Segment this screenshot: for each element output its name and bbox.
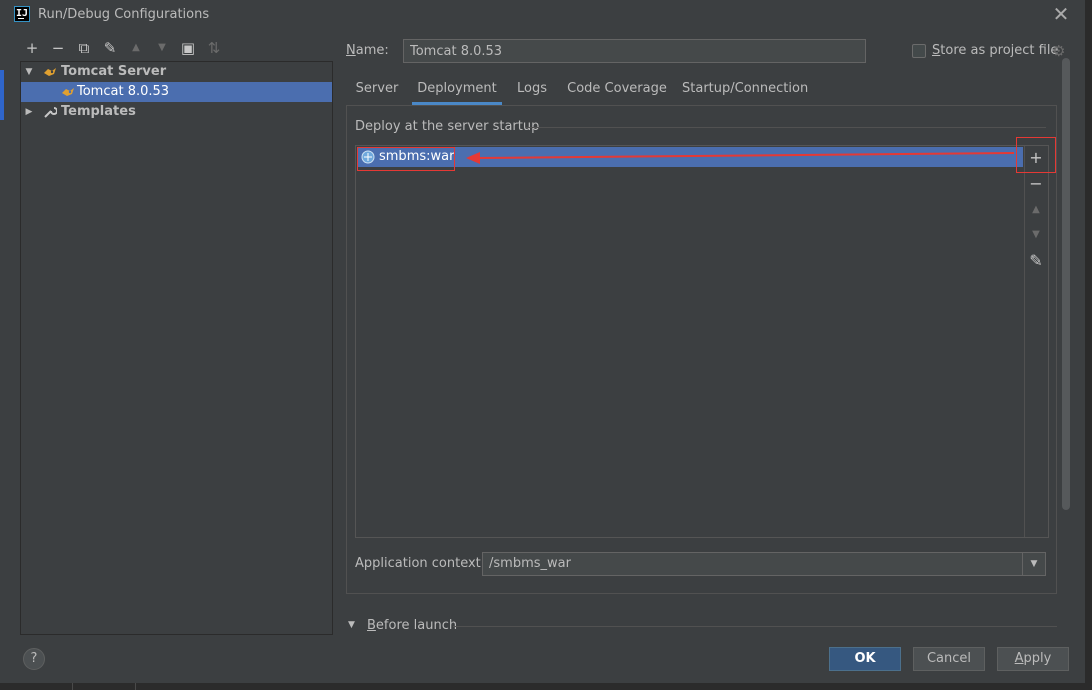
tree-item-tomcat-config[interactable]: Tomcat 8.0.53 [21, 82, 332, 102]
application-context-combo[interactable]: /smbms_war ▼ [482, 552, 1046, 576]
tab-startup-connection[interactable]: Startup/Connection [682, 78, 808, 105]
add-configuration-button[interactable]: + [22, 38, 42, 58]
tomcat-icon [44, 68, 56, 76]
name-label: Name: [346, 43, 389, 58]
tab-logs[interactable]: Logs [510, 78, 554, 105]
background-editor-strip [0, 683, 1092, 690]
wrench-icon[interactable]: ✎ [100, 38, 120, 58]
tree-group-label: Templates [61, 104, 136, 119]
move-down-icon[interactable]: ▼ [152, 38, 172, 58]
vertical-scrollbar[interactable] [1062, 58, 1070, 510]
move-up-icon[interactable]: ▲ [126, 38, 146, 58]
background-edge [1085, 0, 1092, 690]
before-launch-divider [453, 626, 1057, 627]
background-accent [0, 70, 4, 120]
help-button[interactable]: ? [23, 648, 45, 670]
copy-icon[interactable]: ⧉ [74, 38, 94, 58]
tab-deployment[interactable]: Deployment [412, 78, 502, 105]
section-divider [526, 127, 1046, 128]
close-icon[interactable]: ✕ [1050, 3, 1072, 25]
store-as-project-file-label[interactable]: Store as project file [932, 43, 1058, 58]
wrench-icon [44, 107, 57, 118]
collapse-triangle-icon[interactable]: ▶ [24, 102, 34, 122]
title-bar: IJ Run/Debug Configurations ✕ [0, 0, 1085, 30]
list-item[interactable]: smbms:war [357, 147, 1023, 167]
add-artifact-button[interactable]: + [1027, 149, 1045, 167]
remove-artifact-button[interactable]: − [1027, 175, 1045, 193]
deployment-list: smbms:war [355, 145, 1049, 538]
cancel-button[interactable]: Cancel [913, 647, 985, 671]
intellij-app-icon: IJ [14, 6, 30, 22]
tomcat-icon [62, 88, 74, 96]
gear-icon[interactable]: ⚙ [1052, 42, 1065, 60]
apply-button[interactable]: Apply [997, 647, 1069, 671]
chevron-down-icon[interactable]: ▼ [1022, 553, 1045, 575]
tree-group-label: Tomcat Server [61, 64, 167, 79]
folder-icon[interactable]: ▣ [178, 38, 198, 58]
tree-item-templates[interactable]: ▶ Templates [21, 102, 332, 122]
collapse-triangle-icon[interactable]: ▼ [348, 620, 355, 630]
store-as-project-file-checkbox[interactable] [912, 44, 926, 58]
run-debug-dialog: IJ Run/Debug Configurations ✕ + − ⧉ ✎ ▲ … [0, 0, 1085, 683]
pencil-icon[interactable]: ✎ [1027, 252, 1045, 270]
ok-button[interactable]: OK [829, 647, 901, 671]
tab-code-coverage[interactable]: Code Coverage [564, 78, 670, 105]
move-down-icon[interactable]: ▼ [1027, 226, 1045, 244]
section-title: Deploy at the server startup [355, 119, 540, 134]
list-side-divider [1024, 146, 1025, 537]
configuration-tree: ▼ Tomcat Server Tomcat 8.0.53 ▶ Template… [20, 61, 333, 635]
application-context-label: Application context: [355, 556, 486, 571]
tree-item-label: Tomcat 8.0.53 [77, 84, 170, 99]
remove-configuration-button[interactable]: − [48, 38, 68, 58]
war-artifact-icon [361, 150, 375, 164]
expand-triangle-icon[interactable]: ▼ [24, 62, 34, 82]
sort-icon[interactable]: ⇅ [204, 38, 224, 58]
move-up-icon[interactable]: ▲ [1027, 201, 1045, 219]
tab-server[interactable]: Server [346, 78, 408, 105]
window-title: Run/Debug Configurations [38, 7, 210, 22]
tree-item-tomcat-server[interactable]: ▼ Tomcat Server [21, 62, 332, 82]
before-launch-toggle[interactable]: Before launch [367, 618, 457, 633]
name-input[interactable] [403, 39, 866, 63]
